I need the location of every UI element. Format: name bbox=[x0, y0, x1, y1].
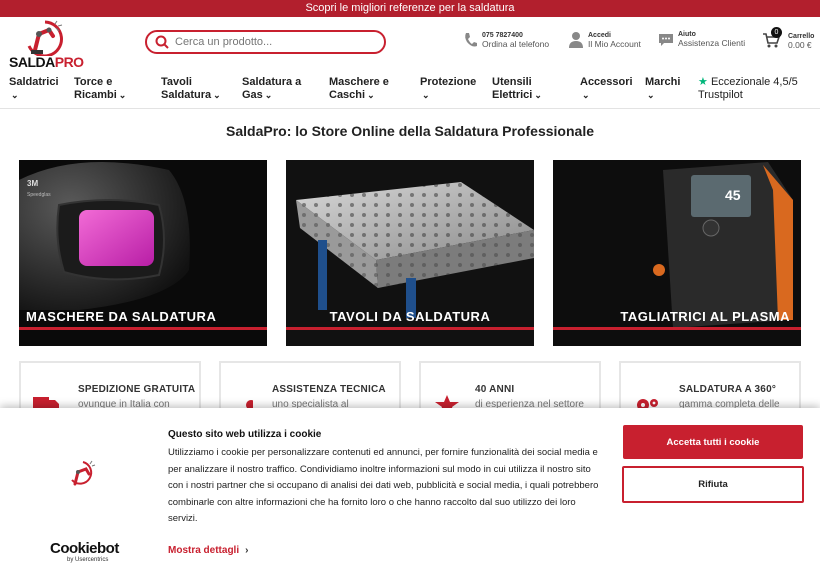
chat-icon bbox=[659, 33, 673, 46]
promo-topbar[interactable]: Scopri le migliori referenze per la sald… bbox=[0, 0, 820, 17]
nav-item[interactable]: Marchi ⌄ bbox=[645, 76, 680, 102]
chevron-down-icon: ⌄ bbox=[11, 90, 19, 100]
nav-item-label: Utensili bbox=[492, 76, 532, 88]
cookiebot-byline: by Usercentrics bbox=[67, 557, 109, 563]
feature-360[interactable]: SALDATURA A 360° gamma completa delle bbox=[619, 361, 801, 411]
nav-item-label-line2: ⌄ bbox=[580, 89, 633, 102]
feature-title: ASSISTENZA TECNICA bbox=[272, 384, 386, 395]
category-underline bbox=[19, 327, 267, 330]
nav-item-label-line2: Caschi ⌄ bbox=[329, 89, 389, 102]
brand-speedglas-text: Speedglas bbox=[27, 192, 51, 198]
feature-title: SALDATURA A 360° bbox=[679, 384, 777, 395]
nav-item-label-line2-text: Elettrici bbox=[492, 89, 533, 101]
category-label: TAVOLI DA SALDATURA bbox=[329, 309, 491, 324]
nav-item-label: Accessori bbox=[580, 76, 633, 88]
accept-all-cookies-button[interactable]: Accetta tutti i cookie bbox=[623, 425, 803, 459]
search-bar[interactable] bbox=[145, 30, 386, 54]
cookiebot-logo: Cookiebot by Usercentrics bbox=[50, 540, 119, 563]
show-details-label: Mostra dettagli bbox=[168, 545, 240, 556]
feature-title: SPEDIZIONE GRATUITA bbox=[78, 384, 196, 395]
chevron-down-icon: ⌄ bbox=[422, 90, 430, 100]
nav-item-label-line2-text: Saldatura bbox=[161, 89, 212, 101]
trustpilot-score: Eccezionale 4,5/5 bbox=[710, 76, 798, 88]
category-underline bbox=[553, 327, 801, 330]
nav-item[interactable]: Utensili Elettrici ⌄ bbox=[492, 76, 542, 102]
nav-item-label-line2-text: Caschi bbox=[329, 89, 366, 101]
trustpilot-star-icon: ★ bbox=[698, 76, 708, 88]
chevron-down-icon: ⌄ bbox=[367, 90, 375, 100]
category-card-plasma[interactable]: 45 TAGLIATRICI AL PLASMA bbox=[553, 160, 801, 346]
chevron-down-icon: ⌄ bbox=[534, 90, 542, 100]
chevron-right-icon: › bbox=[245, 545, 249, 556]
feature-experience[interactable]: 40 ANNI di esperienza nel settore bbox=[419, 361, 601, 413]
nav-item[interactable]: Maschere e Caschi ⌄ bbox=[329, 76, 389, 102]
category-underline bbox=[286, 327, 534, 330]
nav-item-label-line2: ⌄ bbox=[645, 89, 680, 102]
nav-item-label: Maschere e bbox=[329, 76, 389, 88]
site-header: SALDAPRO 075 7827400Ordina al telefono A… bbox=[0, 17, 820, 70]
phone-icon bbox=[465, 33, 477, 47]
nav-item[interactable]: Saldatrici ⌄ bbox=[9, 76, 59, 102]
trustpilot-label: Trustpilot bbox=[698, 89, 743, 101]
main-nav: Saldatrici ⌄ Torce e Ricambi ⌄ Tavoli Saldatur… bbox=[0, 69, 820, 109]
cart-count-badge: 0 bbox=[771, 27, 782, 38]
category-card-tavoli[interactable]: TAVOLI DA SALDATURA bbox=[286, 160, 534, 346]
nav-item-label-line2: Saldatura ⌄ bbox=[161, 89, 221, 102]
nav-item-label-line2: Elettrici ⌄ bbox=[492, 89, 542, 102]
cookie-text: Utilizziamo i cookie per personalizzare … bbox=[168, 447, 599, 525]
nav-item-label-line2: Ricambi ⌄ bbox=[74, 89, 126, 102]
nav-item-label-line2: Gas ⌄ bbox=[242, 89, 301, 102]
nav-item[interactable]: Tavoli Saldatura ⌄ bbox=[161, 76, 221, 102]
feature-title: 40 ANNI bbox=[475, 384, 515, 395]
show-details-link[interactable]: Mostra dettagli › bbox=[168, 545, 248, 556]
nav-item-label-line2-text: Ricambi bbox=[74, 89, 117, 101]
chevron-down-icon: ⌄ bbox=[647, 90, 655, 100]
cart-link[interactable]: 0 Carrello 0.00 € bbox=[762, 27, 814, 51]
feature-shipping[interactable]: SPEDIZIONE GRATUITA ovunque in Italia co… bbox=[19, 361, 201, 411]
category-card-maschere[interactable]: 3M Speedglas MASCHERE DA SALDATURA bbox=[19, 160, 267, 346]
nav-item-label-line2: ⌄ bbox=[9, 89, 59, 102]
nav-item-label-line2-text: Gas bbox=[242, 89, 263, 101]
machine-display-text: 45 bbox=[725, 187, 741, 203]
nav-item-label: Tavoli bbox=[161, 76, 192, 88]
chevron-down-icon: ⌄ bbox=[582, 90, 590, 100]
nav-item-label: Protezione bbox=[420, 76, 477, 88]
search-input[interactable] bbox=[175, 36, 365, 48]
account-link[interactable]: Accedi Il Mio Account bbox=[568, 31, 641, 49]
feature-support[interactable]: ASSISTENZA TECNICA uno specialista al bbox=[219, 361, 401, 411]
nav-item-label-line2: ⌄ bbox=[420, 89, 476, 102]
nav-item[interactable]: Saldatura a Gas ⌄ bbox=[242, 76, 301, 102]
promo-text: Scopri le migliori referenze per la sald… bbox=[305, 2, 515, 14]
help-link[interactable]: Aiuto Assistenza Clienti bbox=[658, 31, 745, 48]
page-title: SaldaPro: lo Store Online della Saldatur… bbox=[226, 123, 594, 139]
user-icon bbox=[569, 32, 583, 48]
cookie-consent-banner: Questo sito web utilizza i cookie Utiliz… bbox=[0, 408, 820, 577]
nav-item[interactable]: Protezione ⌄ bbox=[420, 76, 476, 102]
category-label: MASCHERE DA SALDATURA bbox=[26, 309, 217, 324]
phone-order-link[interactable]: 075 7827400 Ordina al telefono bbox=[462, 31, 549, 49]
nav-item[interactable]: Accessori ⌄ bbox=[580, 76, 633, 102]
welding-robot-logo-icon bbox=[27, 20, 63, 56]
chevron-down-icon: ⌄ bbox=[264, 90, 273, 100]
nav-item[interactable]: Torce e Ricambi ⌄ bbox=[74, 76, 126, 102]
cart-icon-wrap: 0 bbox=[762, 27, 784, 51]
chevron-down-icon: ⌄ bbox=[118, 90, 127, 100]
saldapro-logo[interactable]: SALDAPRO bbox=[9, 20, 89, 70]
nav-item-label: Saldatrici bbox=[9, 76, 59, 88]
brand-3m-text: 3M bbox=[27, 179, 38, 188]
search-icon[interactable] bbox=[155, 35, 169, 49]
category-label: TAGLIATRICI AL PLASMA bbox=[620, 309, 790, 324]
logo-wordmark: SALDAPRO bbox=[9, 54, 84, 70]
nav-item-label: Torce e bbox=[74, 76, 113, 88]
cookie-title: Questo sito web utilizza i cookie bbox=[168, 429, 322, 440]
chevron-down-icon: ⌄ bbox=[213, 90, 221, 100]
trustpilot-rating[interactable]: ★ Eccezionale 4,5/5 Trustpilot bbox=[698, 76, 798, 102]
reject-cookies-button[interactable]: Rifiuta bbox=[622, 466, 804, 503]
cookiebot-wordmark: Cookiebot bbox=[50, 540, 119, 557]
nav-item-label: Marchi bbox=[645, 76, 681, 88]
nav-item-label: Saldatura a bbox=[242, 76, 302, 88]
site-logo-icon bbox=[71, 460, 96, 486]
